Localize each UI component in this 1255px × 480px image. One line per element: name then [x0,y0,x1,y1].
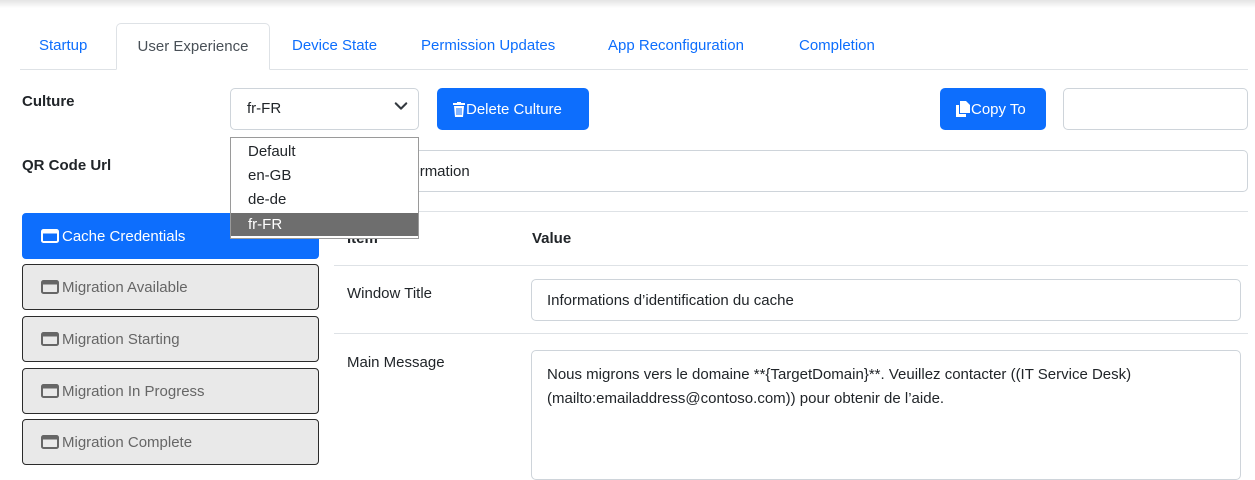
chevron-down-icon [394,102,408,110]
tab-permission-updates[interactable]: Permission Updates [421,23,555,69]
qr-code-url-input[interactable]: am.com/information [338,150,1248,192]
row-item-main-message: Main Message [347,354,445,371]
culture-select-value: fr-FR [247,100,282,117]
sidebar-item-migration-complete[interactable]: Migration Complete [22,419,319,465]
window-icon [41,435,59,449]
sidebar-item-label: Migration Starting [62,330,180,348]
culture-dropdown-list: Default en-GB de-de fr-FR [230,137,419,239]
table-header-divider [334,265,1248,266]
sidebar-item-migration-starting[interactable]: Migration Starting [22,316,319,362]
culture-option-de-de[interactable]: de-de [231,188,418,211]
window-icon [41,384,59,398]
tab-user-experience[interactable]: User Experience [116,23,270,70]
tab-startup[interactable]: Startup [39,23,87,69]
culture-label: Culture [22,93,75,110]
tab-app-reconfiguration[interactable]: App Reconfiguration [608,23,744,69]
trash-icon [453,101,465,117]
culture-select[interactable]: fr-FR [230,88,419,130]
sidebar-item-label: Migration In Progress [62,382,205,400]
copy-to-input[interactable] [1063,88,1248,130]
tab-device-state[interactable]: Device State [292,23,377,69]
culture-option-fr-fr[interactable]: fr-FR [231,213,418,236]
window-icon [41,332,59,346]
table-row-divider [334,333,1248,334]
window-icon [41,280,59,294]
sidebar-item-label: Migration Available [62,278,188,296]
culture-option-en-gb[interactable]: en-GB [231,164,418,187]
window-icon [41,229,59,243]
copy-to-label: Copy To [971,100,1026,118]
delete-culture-label: Delete Culture [466,100,562,118]
sidebar-item-label: Migration Complete [62,433,193,451]
main-message-textarea[interactable]: Nous migrons vers le domaine **{TargetDo… [531,350,1241,480]
sidebar-item-label: Cache Credentials [62,227,186,245]
window-title-input[interactable]: Informations d’identification du cache [531,279,1241,321]
row-item-window-title: Window Title [347,285,433,302]
qr-code-url-label: QR Code Url [22,157,112,174]
sidebar-item-migration-in-progress[interactable]: Migration In Progress [22,368,319,414]
tab-bar: Startup User Experience Device State Per… [20,23,1248,70]
table-header-value: Value [532,230,572,247]
sidebar-item-migration-available[interactable]: Migration Available [22,264,319,310]
delete-culture-button[interactable]: Delete Culture [437,88,589,130]
copy-to-button[interactable]: Copy To [940,88,1046,130]
main-message-value: Nous migrons vers le domaine **{TargetDo… [547,366,1132,407]
top-shadow [0,0,1255,8]
culture-option-default[interactable]: Default [231,140,418,163]
tab-completion[interactable]: Completion [799,23,875,69]
table-top-border [334,211,1248,212]
window-title-value: Informations d’identification du cache [547,292,794,309]
copy-icon [956,101,970,117]
